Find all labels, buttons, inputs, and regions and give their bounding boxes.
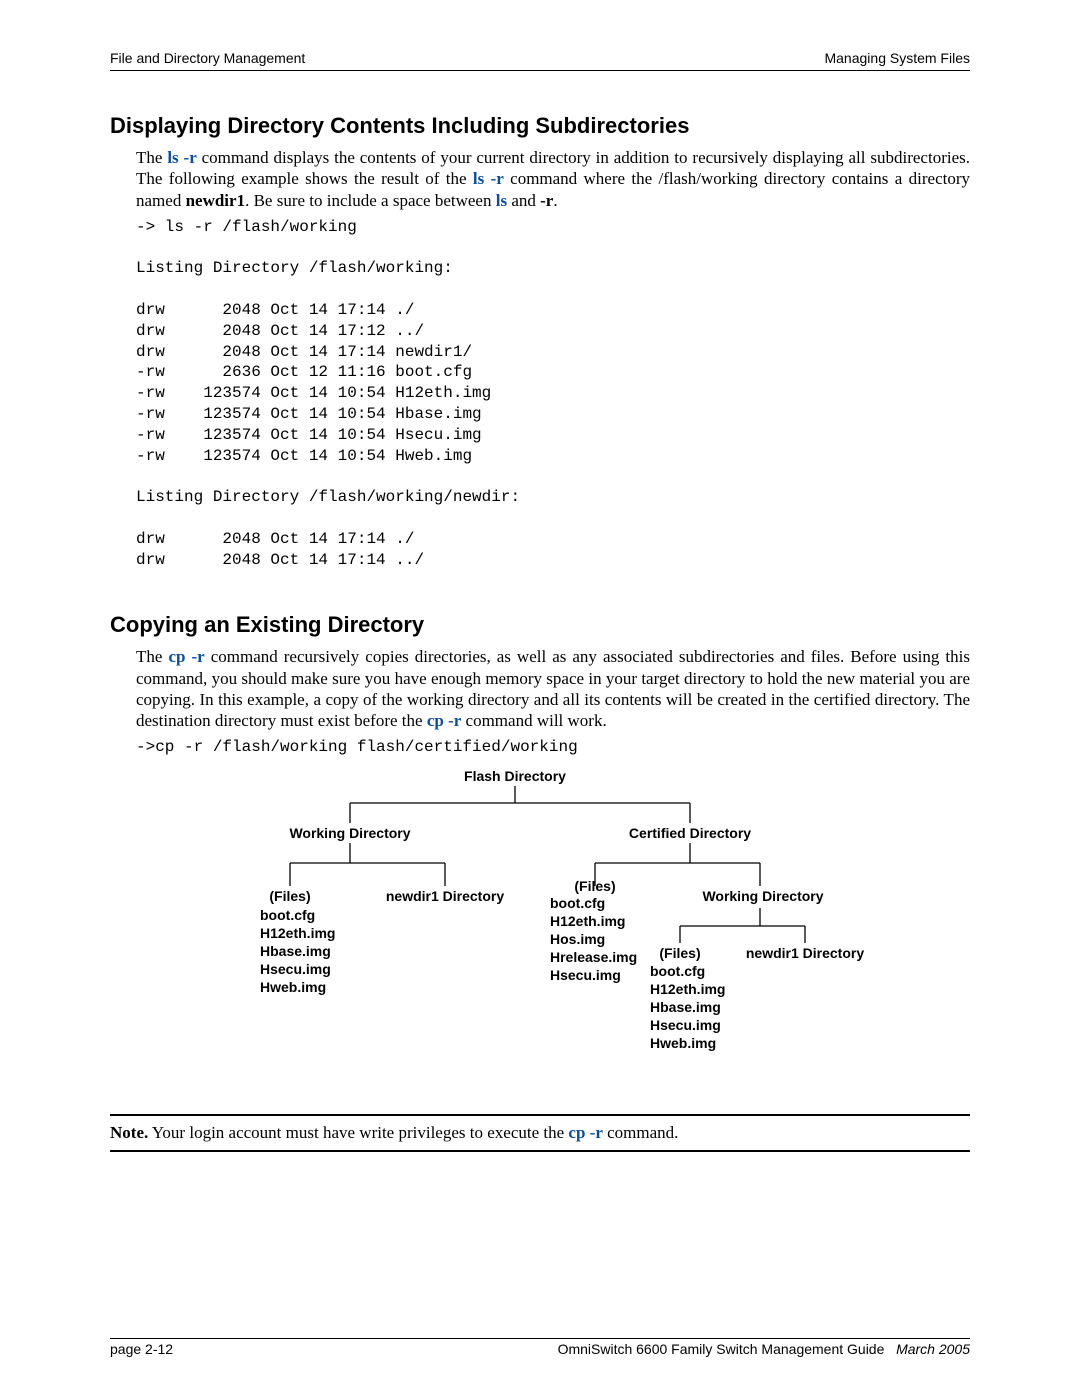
note-top-rule [110, 1114, 970, 1116]
bold-newdir1: newdir1 [186, 191, 246, 210]
note-label: Note. [110, 1123, 148, 1142]
header-left: File and Directory Management [110, 50, 305, 66]
svg-text:Hbase.img: Hbase.img [650, 999, 721, 1015]
files-label-1: (Files) [269, 888, 310, 904]
working-dir-label: Working Directory [289, 825, 410, 841]
code-block-2: ->cp -r /flash/working flash/certified/w… [136, 737, 970, 758]
tree-svg: Flash Directory Working Directory Certif… [210, 768, 870, 1083]
flash-dir-label: Flash Directory [464, 768, 566, 784]
right-files-list: boot.cfg H12eth.img Hbase.img Hsecu.img … [650, 963, 725, 1051]
svg-text:Hsecu.img: Hsecu.img [550, 967, 621, 983]
cmd-ls-r: ls -r [167, 148, 196, 167]
svg-text:Hrelease.img: Hrelease.img [550, 949, 637, 965]
cmd-cp-r: cp -r [168, 647, 204, 666]
header-right: Managing System Files [824, 50, 970, 66]
section-1-paragraph: The ls -r command displays the contents … [136, 147, 970, 211]
section-2-paragraph: The cp -r command recursively copies dir… [136, 646, 970, 731]
footer-rule [110, 1338, 970, 1339]
note-bottom-rule [110, 1150, 970, 1152]
cmd-ls: ls [496, 191, 507, 210]
note-block: Note. Your login account must have write… [110, 1114, 970, 1152]
footer-date: March 2005 [896, 1341, 970, 1357]
note-text: Note. Your login account must have write… [110, 1122, 970, 1144]
mid-files-list: boot.cfg H12eth.img Hos.img Hrelease.img… [550, 895, 637, 983]
files-label-2: (Files) [574, 878, 615, 894]
running-header: File and Directory Management Managing S… [110, 50, 970, 66]
page-number: page 2-12 [110, 1341, 173, 1357]
svg-text:Hsecu.img: Hsecu.img [260, 961, 331, 977]
code-block-1: -> ls -r /flash/working Listing Director… [136, 217, 970, 571]
footer-guide: OmniSwitch 6600 Family Switch Management… [558, 1341, 970, 1357]
svg-text:Hsecu.img: Hsecu.img [650, 1017, 721, 1033]
section-2-title: Copying an Existing Directory [110, 612, 970, 638]
svg-text:boot.cfg: boot.cfg [550, 895, 605, 911]
cmd-cp-r-2: cp -r [427, 711, 461, 730]
svg-text:Hweb.img: Hweb.img [650, 1035, 716, 1051]
svg-text:H12eth.img: H12eth.img [650, 981, 725, 997]
page: File and Directory Management Managing S… [0, 0, 1080, 1397]
svg-text:boot.cfg: boot.cfg [260, 907, 315, 923]
certified-dir-label: Certified Directory [629, 825, 751, 841]
files-label-3: (Files) [659, 945, 700, 961]
cmd-cp-r-note: cp -r [568, 1123, 602, 1142]
svg-text:Hweb.img: Hweb.img [260, 979, 326, 995]
svg-text:Hbase.img: Hbase.img [260, 943, 331, 959]
header-rule [110, 70, 970, 71]
left-files-list: boot.cfg H12eth.img Hbase.img Hsecu.img … [260, 907, 335, 995]
section-1-title: Displaying Directory Contents Including … [110, 113, 970, 139]
directory-tree-diagram: Flash Directory Working Directory Certif… [210, 768, 870, 1086]
working2-label: Working Directory [702, 888, 823, 904]
svg-text:H12eth.img: H12eth.img [550, 913, 625, 929]
svg-text:Hos.img: Hos.img [550, 931, 605, 947]
newdir1-label-1: newdir1 Directory [386, 888, 504, 904]
cmd-ls-r-2: ls -r [473, 169, 504, 188]
newdir1-label-2: newdir1 Directory [746, 945, 864, 961]
running-footer: page 2-12 OmniSwitch 6600 Family Switch … [110, 1336, 970, 1357]
svg-text:H12eth.img: H12eth.img [260, 925, 335, 941]
bold-r: -r [540, 191, 553, 210]
svg-text:boot.cfg: boot.cfg [650, 963, 705, 979]
